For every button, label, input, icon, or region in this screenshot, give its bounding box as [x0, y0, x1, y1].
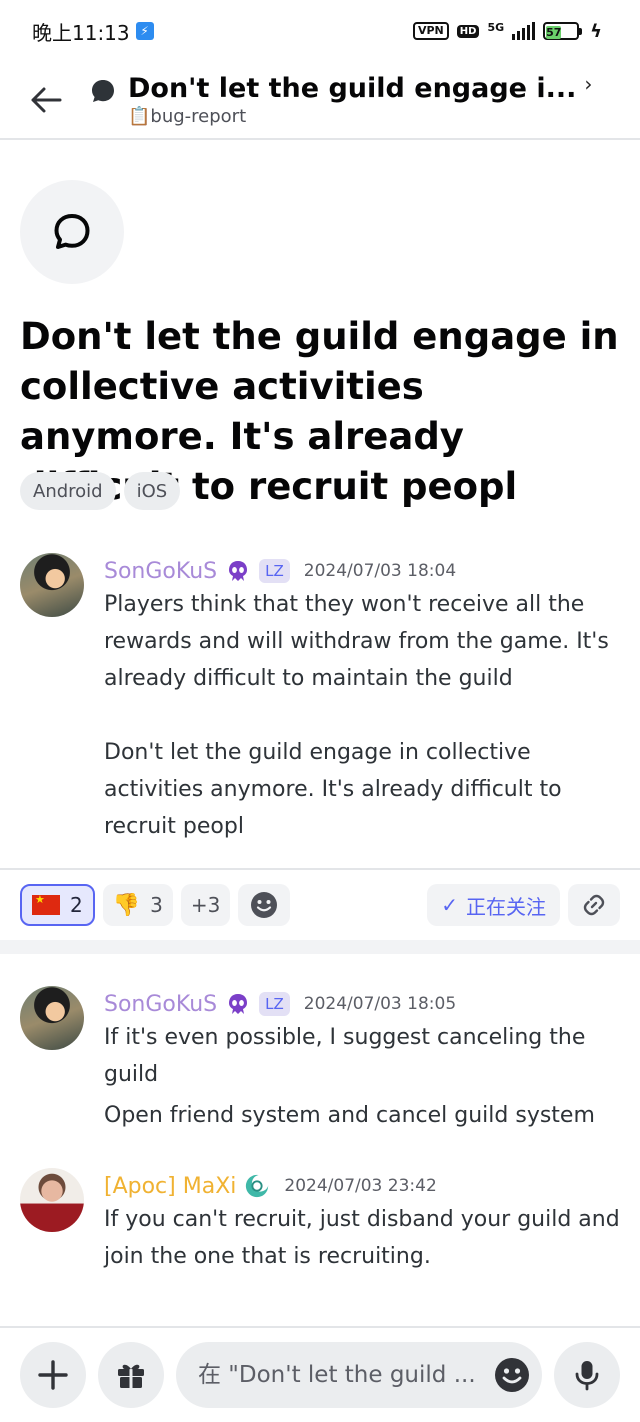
message-paragraph: If it's even possible, I suggest canceli… — [104, 1025, 593, 1087]
thread-header: Don't let the guild engage i... › 📋bug-r… — [0, 62, 640, 140]
tag-ios[interactable]: iOS — [123, 472, 181, 510]
message-header: SonGoKuS LZ 2024/07/03 18:05 — [104, 989, 620, 1019]
add-reaction-button[interactable] — [238, 884, 291, 926]
message-paragraph: Don't let the guild engage in collective… — [104, 740, 569, 839]
more-reactions-count: +3 — [190, 893, 221, 917]
gift-button[interactable] — [98, 1342, 164, 1408]
link-icon — [583, 894, 605, 916]
author-name[interactable]: [Apoc] MaXi — [104, 1174, 236, 1199]
op-tag: LZ — [259, 559, 290, 583]
check-icon: ✓ — [441, 893, 458, 917]
avatar[interactable] — [20, 553, 84, 617]
message-body: SonGoKuS LZ 2024/07/03 18:04 Players thi… — [104, 553, 620, 845]
author-name[interactable]: SonGoKuS — [104, 559, 217, 584]
chevron-right-icon: › — [584, 71, 593, 96]
reaction-count: 2 — [70, 893, 83, 917]
message-item[interactable]: SonGoKuS LZ 2024/07/03 18:04 Players thi… — [20, 553, 620, 845]
message-time: 2024/07/03 23:42 — [284, 1176, 437, 1196]
copy-link-button[interactable] — [568, 884, 620, 926]
message-content: If you can't recruit, just disband your … — [104, 1201, 620, 1275]
message-content: If it's even possible, I suggest canceli… — [104, 1019, 620, 1134]
emoji-icon — [251, 892, 278, 918]
reaction-thumbs-down[interactable]: 👎 3 — [102, 884, 173, 926]
author-name[interactable]: SonGoKuS — [104, 992, 217, 1017]
avatar[interactable] — [20, 1168, 84, 1232]
back-button[interactable] — [28, 82, 64, 118]
hd-indicator: HD — [456, 24, 480, 38]
thread-icon — [88, 76, 118, 106]
battery-icon: 57 — [543, 22, 583, 40]
alien-badge-icon — [225, 991, 251, 1017]
header-text[interactable]: Don't let the guild engage i... › 📋bug-r… — [128, 71, 620, 128]
add-attachment-button[interactable] — [20, 1342, 86, 1408]
message-item[interactable]: [Apoc] MaXi 2024/07/03 23:42 If you can'… — [20, 1168, 620, 1275]
charging-icon: ϟ — [590, 20, 602, 42]
thread-starter-icon — [20, 180, 124, 284]
message-header: [Apoc] MaXi 2024/07/03 23:42 — [104, 1171, 620, 1201]
message-header: SonGoKuS LZ 2024/07/03 18:04 — [104, 556, 620, 586]
alien-badge-icon — [225, 558, 251, 584]
avatar[interactable] — [20, 986, 84, 1050]
voice-message-button[interactable] — [554, 1342, 620, 1408]
message-item[interactable]: SonGoKuS LZ 2024/07/03 18:05 If it's eve… — [20, 986, 620, 1134]
emoji-icon[interactable] — [494, 1357, 530, 1393]
message-time: 2024/07/03 18:05 — [303, 994, 457, 1014]
lightning-icon: ⚡ — [135, 22, 154, 40]
thread-tags: Android iOS — [20, 472, 181, 510]
signal-icon — [512, 22, 536, 40]
message-time: 2024/07/03 18:04 — [303, 561, 457, 581]
message-content: Players think that they won't receive al… — [104, 586, 620, 845]
message-paragraph: If you can't recruit, just disband your … — [104, 1207, 627, 1269]
reactions-row: 2 👎 3 +3 ✓ 正在关注 — [20, 884, 620, 926]
status-time: 晚上11:13 — [32, 20, 130, 45]
message-input-box[interactable] — [176, 1342, 542, 1408]
more-reactions-button[interactable]: +3 — [180, 884, 231, 926]
microphone-icon — [575, 1361, 599, 1391]
message-paragraph: Open friend system and cancel guild syst… — [104, 1103, 595, 1128]
reaction-flag[interactable]: 2 — [20, 884, 95, 926]
arrow-left-icon — [31, 87, 62, 113]
message-input[interactable] — [198, 1362, 494, 1388]
battery-level: 57 — [546, 26, 562, 39]
header-title: Don't let the guild engage i... — [128, 73, 577, 104]
message-paragraph: Players think that they won't receive al… — [104, 592, 616, 691]
message-body: SonGoKuS LZ 2024/07/03 18:05 If it's eve… — [104, 986, 620, 1134]
reaction-count: 3 — [150, 893, 163, 917]
message-body: [Apoc] MaXi 2024/07/03 23:42 If you can'… — [104, 1168, 620, 1275]
status-right: VPN HD 5G 57 ϟ — [412, 20, 602, 42]
tag-android[interactable]: Android — [20, 472, 116, 510]
following-button[interactable]: ✓ 正在关注 — [427, 884, 560, 926]
thumbs-down-icon: 👎 — [112, 892, 141, 918]
divider — [0, 868, 640, 870]
chat-bubble-icon — [54, 214, 90, 249]
channel-name: 📋bug-report — [128, 106, 247, 127]
section-separator — [0, 940, 640, 954]
plus-icon — [38, 1360, 68, 1390]
status-left: 晚上11:13 ⚡ — [32, 17, 154, 46]
vpn-indicator: VPN — [412, 22, 449, 40]
following-label: 正在关注 — [466, 894, 546, 919]
status-bar: 晚上11:13 ⚡ VPN HD 5G 57 ϟ — [0, 0, 640, 62]
composer-bar — [0, 1326, 640, 1422]
gift-icon — [118, 1364, 144, 1388]
moon-badge-icon — [244, 1173, 270, 1199]
op-tag: LZ — [259, 992, 290, 1016]
china-flag-icon — [32, 893, 60, 915]
network-type: 5G — [487, 20, 505, 34]
